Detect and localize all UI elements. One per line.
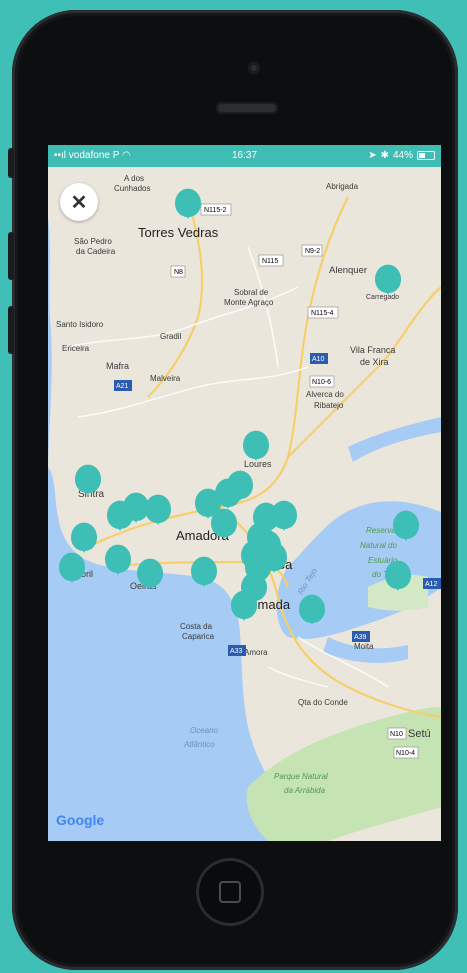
label-moita: Moita: [354, 642, 374, 651]
label-ribatejo: Ribatejo: [314, 401, 344, 410]
label-a-dos: A dos: [124, 174, 144, 183]
label-santo-isidoro: Santo Isidoro: [56, 320, 104, 329]
label-reserva-1: Reserva: [366, 526, 396, 535]
label-cunhados: Cunhados: [114, 184, 150, 193]
label-gradil: Gradil: [160, 332, 182, 341]
label-oceano: Oceano: [190, 726, 219, 735]
badge-a33: A33: [230, 648, 243, 655]
label-sobral: Sobral de: [234, 288, 269, 297]
label-arrabida-2: da Arrábida: [284, 786, 326, 795]
badge-n10-4: N10-4: [396, 750, 415, 757]
badge-a21: A21: [116, 383, 129, 390]
close-button[interactable]: ✕: [60, 183, 98, 221]
label-ericeira: Ericeira: [62, 344, 90, 353]
label-de-xira: de Xira: [360, 357, 389, 367]
status-right: ➤ ✱ 44%: [368, 150, 435, 161]
label-caparica: Caparica: [182, 632, 215, 641]
battery-icon: [417, 151, 435, 160]
label-alenquer: Alenquer: [329, 265, 367, 276]
badge-a10: A10: [312, 356, 325, 363]
badge-n115-2: N115-2: [204, 207, 227, 214]
label-setubal: Setú: [408, 728, 431, 740]
label-abrigada: Abrigada: [326, 182, 359, 191]
label-vila-franca: Vila Franca: [350, 345, 395, 355]
location-icon: ➤: [368, 150, 377, 161]
label-amora: Amora: [244, 648, 268, 657]
battery-percent: 44%: [392, 150, 413, 161]
silent-switch: [8, 148, 14, 178]
label-monte-agraco: Monte Agraço: [224, 298, 274, 307]
label-loures: Loures: [244, 459, 272, 469]
volume-up-button: [8, 232, 14, 280]
badge-n9-2: N9-2: [305, 248, 320, 255]
label-torres-vedras: Torres Vedras: [138, 225, 219, 240]
label-alverca: Alverca do: [306, 390, 344, 399]
label-quinta-conde: Qta do Conde: [298, 698, 348, 707]
volume-down-button: [8, 306, 14, 354]
label-carregado: Carregado: [366, 294, 399, 301]
google-logo: Google: [56, 812, 104, 828]
badge-n10-6: N10-6: [312, 379, 331, 386]
close-icon: ✕: [70, 191, 88, 214]
home-square-icon: [219, 881, 241, 903]
phone-screen: ••ıl vodafone P ◠ 16:37 ➤ ✱ 44% A dos Cu…: [48, 145, 441, 841]
label-mafra: Mafra: [106, 361, 129, 371]
label-atlantico: Atlântico: [183, 740, 215, 749]
badge-n10: N10: [390, 731, 403, 738]
badge-n115-4: N115-4: [311, 310, 334, 317]
home-button[interactable]: [196, 858, 264, 926]
badge-n115: N115: [262, 258, 278, 265]
map-view[interactable]: A dos Cunhados Torres Vedras São Pedro d…: [48, 167, 441, 841]
label-costa: Costa da: [180, 622, 213, 631]
status-bar: ••ıl vodafone P ◠ 16:37 ➤ ✱ 44%: [48, 145, 441, 167]
badge-n8: N8: [174, 269, 183, 276]
label-sao-pedro: São Pedro: [74, 237, 112, 246]
front-camera: [248, 62, 260, 74]
bluetooth-icon: ✱: [380, 150, 389, 161]
badge-a39: A39: [354, 634, 367, 641]
earpiece-speaker: [216, 102, 278, 114]
label-malveira: Malveira: [150, 374, 181, 383]
badge-a12: A12: [425, 581, 438, 588]
label-da-cadeira: da Cadeira: [76, 247, 116, 256]
label-reserva-2: Natural do: [360, 541, 397, 550]
label-arrabida-1: Parque Natural: [274, 772, 328, 781]
